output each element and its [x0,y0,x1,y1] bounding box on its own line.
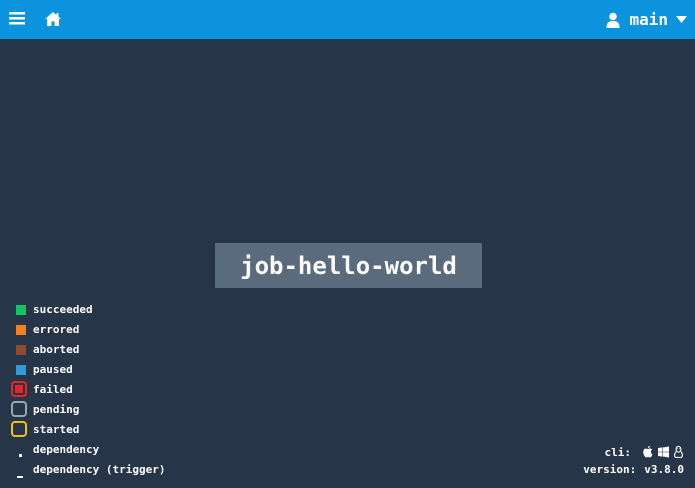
version-info: version: v3.8.0 [583,462,684,478]
legend-item-dependency: dependency [0,440,260,460]
job-node[interactable]: job-hello-world [215,243,482,288]
aborted-swatch [16,345,26,355]
legend-label: pending [33,403,80,416]
home-icon[interactable] [44,10,62,28]
legend-label: dependency (trigger) [33,463,166,476]
hamburger-icon[interactable] [9,10,25,26]
legend-item-pending: pending [0,400,260,420]
legend-item-errored: errored [0,320,260,340]
user-icon [606,12,620,28]
legend-label: started [33,423,80,436]
pending-swatch [11,401,27,417]
apple-icon[interactable] [643,446,654,458]
legend-label: dependency [33,443,100,456]
legend-item-aborted: aborted [0,340,260,360]
succeeded-swatch [16,305,26,315]
caret-down-icon [676,16,687,23]
legend-label: paused [33,363,73,376]
windows-icon[interactable] [658,446,669,458]
legend-item-dependency-trigger: dependency (trigger) [0,460,260,480]
top-bar: main [0,0,695,39]
cli-downloads: cli: [605,444,685,460]
started-swatch [11,421,27,437]
legend-item-succeeded: succeeded [0,300,260,320]
failed-swatch [11,381,27,397]
legend-label: aborted [33,343,80,356]
legend-item-failed: failed [0,380,260,400]
linux-icon[interactable] [673,446,684,458]
job-node-label: job-hello-world [240,251,457,280]
errored-swatch [16,325,26,335]
user-name: main [629,10,668,29]
cli-label: cli: [604,445,632,459]
legend-label: errored [33,323,80,336]
version-label: version: [583,463,637,476]
paused-swatch [16,365,26,375]
legend-label: failed [33,383,73,396]
legend-item-started: started [0,420,260,440]
user-menu[interactable]: main [605,8,687,32]
dependency-trigger-dash-icon [17,476,23,478]
version-value: v3.8.0 [644,463,684,476]
legend-item-paused: paused [0,360,260,380]
legend-label: succeeded [33,303,93,316]
dependency-dot-icon [19,454,22,457]
